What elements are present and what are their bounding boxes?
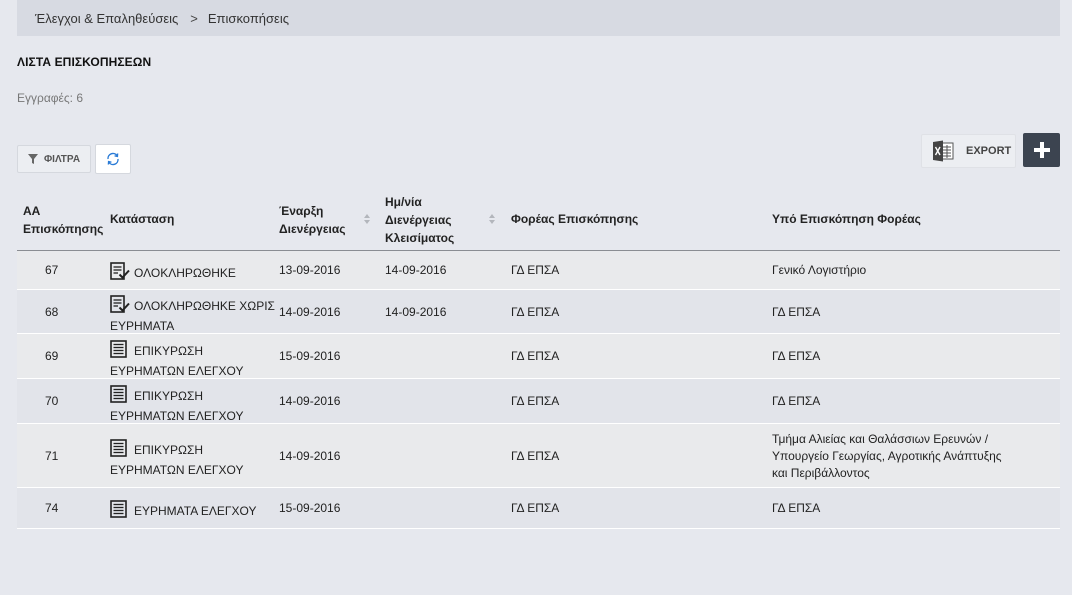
cell-start-date: 14-09-2016: [279, 449, 341, 463]
table-row[interactable]: 68 ΟΛΟΚΛΗΡΩΘΗΚΕ ΧΩΡΙΣ ΕΥΡΗΜΑΤΑ 14-09-2016 14…: [17, 290, 1060, 334]
export-button-label: EXPORT: [966, 145, 1012, 157]
cell-status-text: ΕΥΡΗΜΑΤΑ: [110, 319, 175, 333]
cell-status-text: ΕΥΡΗΜΑΤΩΝ ΕΛΕΓΧΟΥ: [110, 364, 244, 378]
header-close-line2: Διενέργειας: [385, 213, 452, 227]
document-icon: [110, 500, 130, 523]
excel-icon: [933, 140, 954, 162]
cell-status-text: ΟΛΟΚΛΗΡΩΘΗΚΕ ΧΩΡΙΣ: [134, 299, 275, 313]
cell-agency: ΓΔ ΕΠΣΑ: [511, 349, 560, 363]
checked-document-icon: [110, 262, 130, 285]
cell-audited-entity: ΓΔ ΕΠΣΑ: [772, 348, 1052, 365]
cell-audited-line: και Περιβάλλοντος: [772, 466, 870, 480]
cell-audited-line: Γενικό Λογιστήριο: [772, 263, 867, 277]
cell-start-date: 14-09-2016: [279, 305, 341, 319]
header-id-line1: ΑΑ: [23, 204, 41, 218]
cell-id: 74: [45, 501, 59, 515]
cell-id: 69: [45, 349, 59, 363]
cell-start-date: 15-09-2016: [279, 501, 341, 515]
cell-audited-line: Τμήμα Αλιείας και Θαλάσσιων Ερευνών /: [772, 432, 989, 446]
cell-start-date: 14-09-2016: [279, 394, 341, 408]
table-header: ΑΑ Επισκόπησης Κατάσταση Έναρξη Διενέργε…: [17, 191, 1060, 251]
table-row[interactable]: 69 ΕΠΙΚΥΡΩΣΗ ΕΥΡΗΜΑΤΩΝ ΕΛΕΓΧΟΥ 15-09-2016 ΓΔ…: [17, 334, 1060, 379]
record-count: Εγγραφές: 6: [17, 91, 84, 105]
header-id-line2: Επισκόπησης: [23, 222, 104, 236]
header-id[interactable]: ΑΑ Επισκόπησης: [23, 202, 103, 238]
cell-id: 68: [45, 305, 59, 319]
table-row[interactable]: 74 ΕΥΡΗΜΑΤΑ ΕΛΕΓΧΟΥ 15-09-2016 ΓΔ ΕΠΣΑ ΓΔ ΕΠ…: [17, 488, 1060, 529]
breadcrumb: Έλεγχοι & Επαληθεύσεις > Επισκοπήσεις: [17, 0, 1060, 36]
cell-status-text: ΕΠΙΚΥΡΩΣΗ: [134, 389, 204, 403]
cell-close-date: 14-09-2016: [385, 305, 447, 319]
header-audited[interactable]: Υπό Επισκόπηση Φορέας: [772, 210, 921, 228]
cell-audited-line: Υπουργείο Γεωργίας, Αγροτικής Ανάπτυξης: [772, 449, 1002, 463]
cell-audited-line: ΓΔ ΕΠΣΑ: [772, 501, 821, 515]
breadcrumb-current: Επισκοπήσεις: [207, 10, 290, 26]
cell-audited-entity: ΓΔ ΕΠΣΑ: [772, 304, 1052, 321]
cell-status-text: ΕΥΡΗΜΑΤΩΝ ΕΛΕΓΧΟΥ: [110, 409, 244, 423]
header-close[interactable]: Ημ/νία Διενέργειας Κλεισίματος: [385, 193, 454, 247]
cell-audited-entity: Τμήμα Αλιείας και Θαλάσσιων Ερευνών / Υπο…: [772, 431, 1052, 482]
header-close-line1: Ημ/νία: [385, 195, 422, 209]
cell-agency: ΓΔ ΕΠΣΑ: [511, 449, 560, 463]
refresh-icon: [107, 152, 119, 166]
cell-status-text: ΟΛΟΚΛΗΡΩΘΗΚΕ: [134, 266, 236, 280]
refresh-button[interactable]: [95, 144, 131, 174]
cell-agency: ΓΔ ΕΠΣΑ: [511, 305, 560, 319]
filter-button[interactable]: ΦΙΛΤΡΑ: [17, 145, 91, 173]
cell-status-text: ΕΠΙΚΥΡΩΣΗ: [134, 344, 204, 358]
cell-id: 70: [45, 394, 59, 408]
document-icon: [110, 340, 130, 363]
table-row[interactable]: 71 ΕΠΙΚΥΡΩΣΗ ΕΥΡΗΜΑΤΩΝ ΕΛΕΓΧΟΥ 14-09-2016 ΓΔ…: [17, 424, 1060, 488]
cell-start-date: 15-09-2016: [279, 349, 341, 363]
cell-id: 67: [45, 263, 59, 277]
cell-agency: ΓΔ ΕΠΣΑ: [511, 501, 560, 515]
sort-start-icon[interactable]: [363, 213, 371, 225]
cell-close-date: 14-09-2016: [385, 263, 447, 277]
export-button[interactable]: EXPORT: [921, 134, 1016, 168]
plus-icon: [1033, 142, 1050, 158]
breadcrumb-parent-link[interactable]: Έλεγχοι & Επαληθεύσεις: [35, 11, 178, 26]
header-start-line2: Διενέργειας: [279, 222, 346, 236]
cell-audited-line: ΓΔ ΕΠΣΑ: [772, 394, 821, 408]
header-agency[interactable]: Φορέας Επισκόπησης: [511, 210, 638, 228]
cell-status: ΕΠΙΚΥΡΩΣΗ ΕΥΡΗΜΑΤΩΝ ΕΛΕΓΧΟΥ: [110, 439, 280, 479]
cell-status-text: ΕΥΡΗΜΑΤΑ ΕΛΕΓΧΟΥ: [134, 504, 257, 518]
cell-audited-entity: ΓΔ ΕΠΣΑ: [772, 500, 1052, 517]
header-status[interactable]: Κατάσταση: [110, 210, 174, 228]
sort-close-icon[interactable]: [488, 213, 496, 225]
filter-button-label: ΦΙΛΤΡΑ: [43, 153, 81, 165]
page-title: ΛΙΣΤΑ ΕΠΙΣΚΟΠΗΣΕΩΝ: [17, 55, 152, 69]
header-start[interactable]: Έναρξη Διενέργειας: [279, 202, 346, 238]
table-body: 67 ΟΛΟΚΛΗΡΩΘΗΚΕ 13-09-2016 14-09-2016 ΓΔ ΕΠΣ…: [17, 251, 1060, 529]
cell-status: ΕΥΡΗΜΑΤΑ ΕΛΕΓΧΟΥ: [110, 500, 280, 523]
cell-status: ΟΛΟΚΛΗΡΩΘΗΚΕ: [110, 262, 280, 285]
inspections-table: ΑΑ Επισκόπησης Κατάσταση Έναρξη Διενέργε…: [17, 191, 1060, 529]
breadcrumb-separator: >: [190, 10, 198, 26]
cell-start-date: 13-09-2016: [279, 263, 341, 277]
header-start-line1: Έναρξη: [279, 204, 324, 218]
cell-status: ΕΠΙΚΥΡΩΣΗ ΕΥΡΗΜΑΤΩΝ ΕΛΕΓΧΟΥ: [110, 385, 280, 425]
filter-icon: [27, 154, 38, 164]
cell-status-text: ΕΥΡΗΜΑΤΩΝ ΕΛΕΓΧΟΥ: [110, 463, 244, 477]
table-row[interactable]: 67 ΟΛΟΚΛΗΡΩΘΗΚΕ 13-09-2016 14-09-2016 ΓΔ ΕΠΣ…: [17, 251, 1060, 290]
cell-status-text: ΕΠΙΚΥΡΩΣΗ: [134, 443, 204, 457]
table-row[interactable]: 70 ΕΠΙΚΥΡΩΣΗ ΕΥΡΗΜΑΤΩΝ ΕΛΕΓΧΟΥ 14-09-2016 ΓΔ…: [17, 379, 1060, 424]
document-icon: [110, 385, 130, 408]
cell-agency: ΓΔ ΕΠΣΑ: [511, 263, 560, 277]
cell-agency: ΓΔ ΕΠΣΑ: [511, 394, 560, 408]
header-close-line3: Κλεισίματος: [385, 231, 455, 245]
cell-audited-entity: Γενικό Λογιστήριο: [772, 262, 1052, 279]
cell-status: ΟΛΟΚΛΗΡΩΘΗΚΕ ΧΩΡΙΣ ΕΥΡΗΜΑΤΑ: [110, 295, 280, 335]
cell-id: 71: [45, 449, 59, 463]
cell-audited-line: ΓΔ ΕΠΣΑ: [772, 305, 821, 319]
add-button[interactable]: [1023, 133, 1060, 167]
checked-document-icon: [110, 295, 130, 318]
cell-audited-line: ΓΔ ΕΠΣΑ: [772, 349, 821, 363]
cell-audited-entity: ΓΔ ΕΠΣΑ: [772, 393, 1052, 410]
document-icon: [110, 439, 130, 462]
cell-status: ΕΠΙΚΥΡΩΣΗ ΕΥΡΗΜΑΤΩΝ ΕΛΕΓΧΟΥ: [110, 340, 280, 380]
